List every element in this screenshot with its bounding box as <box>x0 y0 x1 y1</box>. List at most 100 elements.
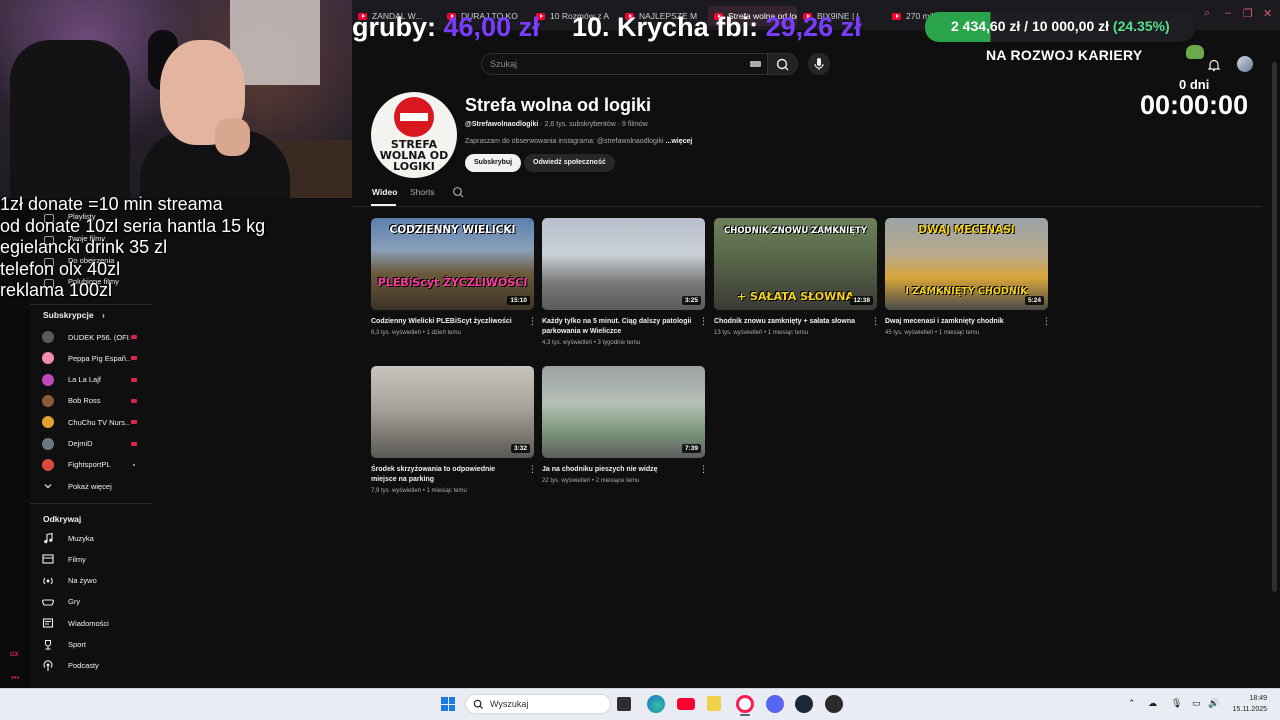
obs-icon[interactable] <box>825 695 843 713</box>
subscription-item[interactable]: Peppa Pig Españ... <box>42 351 142 365</box>
subscription-item[interactable]: FightsportPL <box>42 458 142 472</box>
more-link[interactable]: ...więcej <box>666 138 693 145</box>
subscription-item[interactable]: DejmiD <box>42 437 142 451</box>
subscription-item[interactable]: DUDEK P56. (OFI... <box>42 330 142 344</box>
search-button[interactable] <box>768 53 798 75</box>
show-more-label: Pokaż więcej <box>68 481 112 491</box>
video-thumbnail[interactable]: CODZIENNY WIELICKI PLEBiScyt ŻYCZLIWOŚCI 1… <box>371 218 534 310</box>
subscription-item[interactable]: ChuChu TV Nurs... <box>42 415 142 429</box>
task-view-icon[interactable] <box>617 697 631 711</box>
live-indicator-icon <box>131 441 137 446</box>
gx-logo-icon[interactable]: GX <box>10 652 19 658</box>
notifications-bell-icon[interactable] <box>1207 58 1221 72</box>
video-count: 9 filmów <box>622 121 648 128</box>
music-note-icon <box>44 532 53 544</box>
tab-shorts[interactable]: Shorts <box>410 187 435 197</box>
video-options-icon[interactable]: ⋮ <box>699 317 708 326</box>
explore-item[interactable]: Wiadomości <box>42 617 109 629</box>
channel-meta: @Strefawolnaodlogiki · 2,6 tys. subskryb… <box>465 121 648 128</box>
video-thumbnail[interactable]: CHODNIK ZNOWU ZAMKNIĘTY + SAŁATA SŁOWNA 12… <box>714 218 877 310</box>
voice-search-button[interactable] <box>808 53 830 75</box>
taskbar-search[interactable]: Wyszukaj <box>465 694 611 714</box>
explore-heading: Odkrywaj <box>43 514 82 524</box>
video-options-icon[interactable]: ⋮ <box>871 317 880 326</box>
keyboard-icon[interactable] <box>750 61 761 67</box>
search-tabs-icon[interactable]: ⌕ <box>1204 7 1210 20</box>
minimize-icon[interactable]: – <box>1225 7 1231 19</box>
video-card[interactable]: 3:25 Każdy tylko na 5 minut. Ciąg dalszy … <box>542 218 708 346</box>
video-meta: 7,9 tys. wyświetleń • 1 miesiąc temu <box>371 488 534 494</box>
video-card[interactable]: 7:39 Ja na chodniku pieszych nie widzę 22 … <box>542 366 708 484</box>
news-icon <box>42 618 54 628</box>
video-thumbnail[interactable]: DWAJ MECENASI I ZAMKNIĘTY CHODNIK 5:24 <box>885 218 1048 310</box>
video-meta: 22 tys. wyświetleń • 2 miesiące temu <box>542 478 705 484</box>
scrollbar-thumb[interactable] <box>1272 62 1277 592</box>
video-card[interactable]: CHODNIK ZNOWU ZAMKNIĘTY + SAŁATA SŁOWNA 12… <box>714 218 880 336</box>
video-thumbnail[interactable]: 3:25 <box>542 218 705 310</box>
display-icon[interactable]: ▭ <box>1192 698 1201 709</box>
search-input[interactable] <box>482 54 732 74</box>
video-thumbnail[interactable]: 3:32 <box>371 366 534 458</box>
video-title[interactable]: Codzienny Wielicki PLEBiScyt życzliwości <box>371 317 521 327</box>
thumbnail-caption-top: CHODNIK ZNOWU ZAMKNIĘTY <box>723 226 868 236</box>
video-title[interactable]: Środek skrzyżowania to odpowiednie miejs… <box>371 465 521 485</box>
video-age: 1 miesiąc temu <box>938 330 980 336</box>
thumbnail-caption-top: CODZIENNY WIELICKI <box>389 224 516 236</box>
close-window-icon[interactable]: ✕ <box>1263 7 1272 20</box>
explore-item[interactable]: Filmy <box>42 553 86 565</box>
steam-icon[interactable] <box>795 695 813 713</box>
subscription-name: Bob Ross <box>68 396 101 406</box>
search-icon <box>776 58 789 71</box>
maximize-icon[interactable]: ❐ <box>1243 7 1253 20</box>
video-meta: 4,3 tys. wyświetleń • 3 tygodnie temu <box>542 340 705 346</box>
goal-2: 10. Krycha fbi: 29,26 zł <box>572 12 862 43</box>
search-box <box>481 53 768 75</box>
file-explorer-icon[interactable] <box>707 696 721 711</box>
explore-label: Na żywo <box>68 576 97 586</box>
video-card[interactable]: DWAJ MECENASI I ZAMKNIĘTY CHODNIK 5:24 Dwaj… <box>885 218 1051 336</box>
video-options-icon[interactable]: ⋮ <box>699 465 708 474</box>
channel-search-icon[interactable] <box>452 186 465 199</box>
video-title[interactable]: Dwaj mecenasi i zamknięty chodnik <box>885 317 1035 327</box>
video-options-icon[interactable]: ⋮ <box>528 465 537 474</box>
more-icon[interactable]: ••• <box>11 673 19 682</box>
explore-item[interactable]: Muzyka <box>42 532 94 544</box>
youtube-app-icon[interactable] <box>677 698 695 710</box>
video-card[interactable]: CODZIENNY WIELICKI PLEBiScyt ŻYCZLIWOŚCI 1… <box>371 218 537 336</box>
explore-item[interactable]: Na żywo <box>42 575 97 587</box>
opera-gx-icon[interactable] <box>736 695 754 713</box>
video-views: 22 tys. wyświetleń <box>542 478 591 484</box>
subscription-name: DejmiD <box>68 439 93 448</box>
volume-icon[interactable]: 🔊 <box>1208 698 1219 709</box>
explore-item[interactable]: Gry <box>42 596 80 608</box>
video-title[interactable]: Każdy tylko na 5 minut. Ciąg dalszy pato… <box>542 317 692 337</box>
account-avatar[interactable] <box>1237 56 1253 72</box>
video-card[interactable]: 3:32 Środek skrzyżowania to odpowiednie m… <box>371 366 537 494</box>
explore-item[interactable]: Podcasty <box>42 660 99 672</box>
video-options-icon[interactable]: ⋮ <box>528 317 537 326</box>
show-more-button[interactable]: Pokaż więcej <box>42 480 112 492</box>
explore-item[interactable]: Sport <box>42 639 86 651</box>
subscriptions-heading[interactable]: Subskrypcje › <box>43 310 105 320</box>
video-title[interactable]: Ja na chodniku pieszych nie widzę <box>542 465 692 475</box>
video-age: 1 miesiąc temu <box>767 330 809 336</box>
video-thumbnail[interactable]: 7:39 <box>542 366 705 458</box>
subscription-item[interactable]: Bob Ross <box>42 394 142 408</box>
onedrive-icon[interactable]: ☁ <box>1148 698 1157 709</box>
windows-start-icon[interactable] <box>441 697 455 711</box>
tab-videos[interactable]: Wideo <box>372 187 397 197</box>
video-title[interactable]: Chodnik znowu zamknięty + sałata słowna <box>714 317 864 327</box>
video-options-icon[interactable]: ⋮ <box>1042 317 1051 326</box>
video-meta: 6,3 tys. wyświetleń • 1 dzień temu <box>371 330 534 336</box>
tray-chevron-icon[interactable]: ⌃ <box>1128 698 1136 709</box>
edge-browser-icon[interactable] <box>647 695 665 713</box>
tray-mic-icon[interactable]: 🎙 <box>1171 698 1182 709</box>
explore-label: Gry <box>68 597 81 607</box>
taskbar-clock[interactable]: 18:49 15.11.2025 <box>1229 693 1267 715</box>
channel-avatar[interactable]: STREFA WOLNA OD LOGIKI <box>371 92 457 178</box>
channel-description[interactable]: Zapraszam do obserwowania instagrama: @s… <box>465 138 692 145</box>
subscribe-button[interactable]: Subskrybuj <box>465 154 522 172</box>
discord-icon[interactable] <box>766 695 784 713</box>
visit-community-button[interactable]: Odwiedź społeczność <box>524 154 615 172</box>
subscription-item[interactable]: La La Lajf <box>42 373 142 387</box>
